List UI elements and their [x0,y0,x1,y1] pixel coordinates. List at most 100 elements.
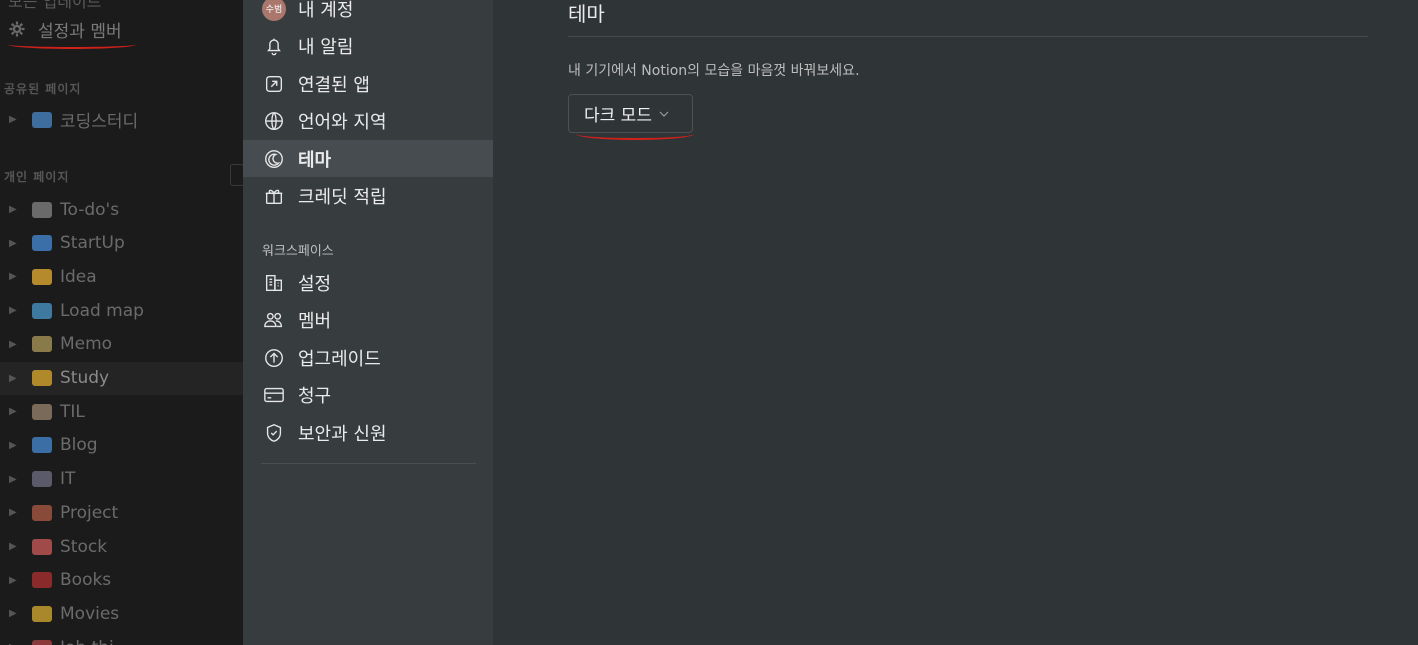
bg-page-item[interactable]: ▶ To-do's [0,193,243,226]
bg-page-label: StartUp [60,233,125,254]
bg-page-item[interactable]: ▶Job thi [0,631,243,645]
nav-item-label: 언어와 지역 [298,112,387,133]
nav-item[interactable]: 테마 [243,140,493,177]
people-icon [262,308,286,332]
bg-page-item[interactable]: ▶ Memo [0,328,243,361]
item-icon [32,639,52,645]
expand-triangle-icon[interactable]: ▶ [9,271,21,282]
nav-item[interactable]: 설정 [243,264,493,301]
chart-icon [32,235,52,252]
bg-page-item[interactable]: ▶ Stock [0,530,243,563]
nav-item[interactable]: 보안과 신원 [243,414,493,451]
bg-page-label: Blog [60,435,98,456]
moon-icon [262,147,286,171]
expand-triangle-icon[interactable]: ▶ [9,507,21,518]
expand-triangle-icon[interactable]: ▶ [9,305,21,316]
theme-select-value: 다크 모드 [584,106,652,126]
bg-page-item[interactable]: ▶ 코딩스터디 [0,103,243,136]
popcorn-icon [32,605,52,622]
person-icon [32,403,52,420]
nav-item-label: 업그레이드 [298,348,381,370]
red-underline-annotation [8,40,136,49]
bg-page-item[interactable]: ▶ Movies [0,597,243,630]
expand-triangle-icon[interactable]: ▶ [9,474,21,485]
bg-page-item[interactable]: ▶ IT [0,463,243,496]
chevron-down-icon [659,111,669,117]
bg-page-label: Job thi [60,638,114,645]
arrow-up-circle-icon [262,346,286,370]
bg-page-label: IT [60,469,76,490]
expand-triangle-icon[interactable]: ▶ [9,541,21,552]
gift-icon [262,184,286,208]
snowman-icon [32,504,52,521]
bg-page-label: Books [60,570,112,591]
bg-page-label: Movies [60,603,120,624]
nav-item-label: 크레딧 적립 [298,187,387,208]
bg-updates-item: 모든 업데이트 [8,0,102,11]
bg-page-label: TIL [60,401,85,422]
avatar: 수범 [262,0,286,21]
bg-page-item[interactable]: ▶ Books [0,564,243,597]
bg-page-label: Idea [60,266,97,287]
book-icon [32,572,52,589]
credit-card-icon [262,383,286,407]
nav-item-label: 멤버 [298,311,332,332]
building-icon [262,271,286,295]
expand-triangle-icon[interactable]: ▶ [9,204,21,215]
expand-triangle-icon[interactable]: ▶ [9,440,21,451]
nav-item[interactable]: 언어와 지역 [243,103,493,140]
bg-page-label: 코딩스터디 [60,112,139,132]
bg-page-label: Study [60,368,110,388]
nav-item-label: 내 계정 [298,0,354,21]
nav-item-label: 연결된 앱 [298,74,370,96]
app-root: 모든 업데이트 설정과 멤버 공유된 페이지 ▶ 코딩스터디 개인 페이지 ▶ To… [0,0,1418,645]
bg-page-label: Memo [60,334,113,355]
nav-item[interactable]: 크레딧 적립 [243,178,493,215]
avatar-icon: 수범 [262,0,286,21]
theme-description: 내 기기에서 Notion의 모습을 마음껏 바꿔보세요. [568,63,860,79]
bg-page-item[interactable]: ▶ Project [0,496,243,529]
bg-page-label: To-do's [60,199,120,220]
bg-page-item[interactable]: ▶ Blog [0,429,243,462]
nav-item-label: 설정 [298,273,332,295]
expand-triangle-icon[interactable]: ▶ [9,114,21,125]
bg-settings-item[interactable]: 설정과 멤버 [8,16,122,42]
nav-item[interactable]: 수범 내 계정 [243,0,493,27]
expand-triangle-icon[interactable]: ▶ [9,406,21,417]
add-page-icon[interactable] [230,164,244,186]
laptop-icon [32,111,52,128]
nav-item[interactable]: 청구 [243,377,493,414]
memo-icon [32,336,52,353]
nav-item[interactable]: 멤버 [243,302,493,339]
bg-page-item[interactable]: ▶ Study [0,361,243,395]
background-sidebar: 모든 업데이트 설정과 멤버 공유된 페이지 ▶ 코딩스터디 개인 페이지 ▶ To… [0,0,244,645]
bg-settings-label: 설정과 멤버 [38,21,122,42]
nav-item-label: 보안과 신원 [298,423,387,445]
settings-main-panel: 테마 내 기기에서 Notion의 모습을 마음껏 바꿔보세요. 다크 모드 [493,0,1418,645]
shield-check-icon [262,421,286,445]
expand-triangle-icon[interactable]: ▶ [9,339,21,350]
bg-page-item[interactable]: ▶ TIL [0,395,243,428]
sidebar-divider [261,463,476,464]
expand-triangle-icon[interactable]: ▶ [9,238,21,249]
expand-triangle-icon[interactable]: ▶ [9,373,21,384]
chart-up-icon [32,538,52,555]
red-underline-annotation [576,128,694,140]
floppy-icon [32,471,52,488]
bg-page-label: Stock [60,536,108,557]
page-title: 테마 [568,2,605,26]
nav-item[interactable]: 내 알림 [243,28,493,65]
nav-item[interactable]: 연결된 앱 [243,65,493,102]
bg-page-item[interactable]: ▶ Load map [0,294,243,327]
bg-page-item[interactable]: ▶ Idea [0,260,243,293]
title-divider [568,36,1368,37]
bg-page-item[interactable]: ▶ StartUp [0,227,243,260]
gear-icon [9,21,25,37]
whale-icon [32,437,52,454]
nav-item[interactable]: 업그레이드 [243,339,493,376]
bg-page-label: Project [60,502,119,523]
expand-triangle-icon[interactable]: ▶ [9,608,21,619]
expand-triangle-icon[interactable]: ▶ [9,575,21,586]
bulb-icon [32,268,52,285]
map-icon [32,302,52,319]
